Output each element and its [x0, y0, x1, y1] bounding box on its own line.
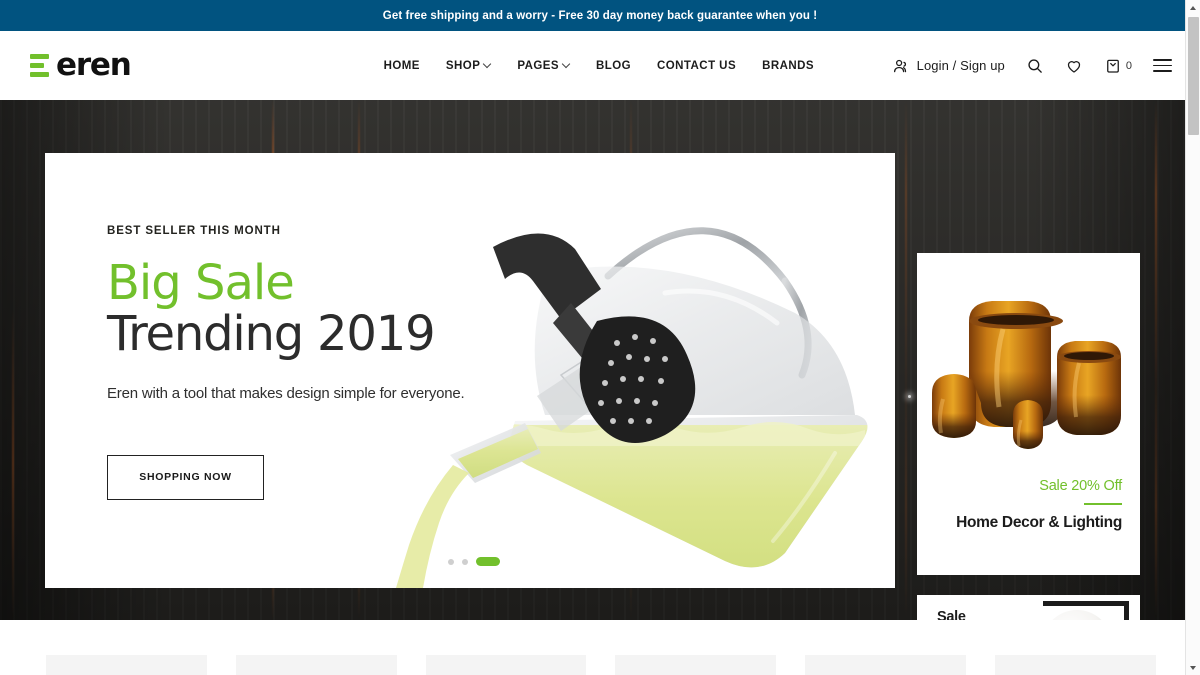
brand-logos-strip [0, 620, 1200, 675]
nav-label: SHOP [445, 59, 481, 72]
hero-slide-copy: BEST SELLER THIS MONTH Big Sale Trending… [107, 225, 527, 500]
nav-item-brands[interactable]: BRANDS [762, 60, 814, 72]
promo-card-text: Sale Living Room Price: $298.99 [917, 595, 1025, 620]
nav-label: BRANDS [762, 59, 814, 72]
promo-title: Home Decor & Lighting [956, 514, 1122, 531]
carousel-pagination [448, 557, 500, 566]
login-signup-label: Login / Sign up [916, 58, 1005, 73]
promo-line-1: Sale [937, 609, 966, 620]
nav-item-blog[interactable]: BLOG [596, 60, 631, 72]
heart-icon [1067, 60, 1080, 73]
scrollbar-thumb[interactable] [1188, 17, 1199, 135]
promo-card-home-decor[interactable]: Sale 20% Off Home Decor & Lighting [917, 253, 1140, 575]
hero-slide: BEST SELLER THIS MONTH Big Sale Trending… [45, 153, 895, 588]
shopping-bag-icon [1106, 59, 1119, 73]
hero-eyebrow: BEST SELLER THIS MONTH [107, 225, 281, 237]
white-globe-wall-lamp-image [1025, 595, 1140, 620]
promo-card-living-room[interactable]: Sale Living Room Price: $298.99 [917, 595, 1140, 620]
site-logo[interactable]: eren [30, 47, 132, 83]
brand-logo-placeholder [995, 655, 1156, 675]
scroll-up-arrow-icon[interactable] [1186, 0, 1200, 15]
cart-count-badge: 0 [1125, 59, 1132, 72]
promo-card-text: Sale 20% Off Home Decor & Lighting [917, 478, 1140, 532]
carousel-dot-1[interactable] [448, 558, 454, 565]
main-navigation: HOME SHOP PAGES BLOG CONTACT US BRANDS [384, 60, 814, 72]
shopping-now-button[interactable]: SHOPPING NOW [107, 454, 264, 500]
chevron-down-icon [563, 61, 570, 68]
scroll-down-arrow-icon[interactable] [1186, 660, 1200, 675]
brand-logo-placeholder [805, 655, 967, 675]
hero-subtitle: Eren with a tool that makes design simpl… [107, 384, 465, 402]
header-actions: Login / Sign up 0 [892, 57, 1172, 75]
carousel-dot-3-active[interactable] [476, 557, 500, 566]
search-icon [1028, 58, 1042, 73]
promo-divider [1084, 503, 1122, 505]
nav-item-shop[interactable]: SHOP [446, 60, 491, 72]
brand-logo-placeholder [46, 655, 207, 675]
hero-headline: Big Sale Trending 2019 [107, 259, 527, 359]
login-signup-button[interactable]: Login / Sign up [892, 57, 1005, 75]
hamburger-menu-icon[interactable] [1153, 59, 1172, 72]
page-scrollbar[interactable] [1185, 0, 1200, 675]
amber-glass-vases-image [917, 253, 1140, 478]
nav-item-contact-us[interactable]: CONTACT US [657, 60, 736, 72]
logo-wordmark: eren [56, 47, 132, 83]
announcement-text: Get free shipping and a worry - Free 30 … [382, 9, 818, 22]
nav-label: HOME [383, 59, 420, 72]
carousel-dot-2[interactable] [462, 558, 468, 565]
brand-logo-placeholder [615, 655, 777, 675]
announcement-bar: Get free shipping and a worry - Free 30 … [0, 0, 1200, 31]
cart-button[interactable]: 0 [1104, 57, 1132, 75]
nav-item-pages[interactable]: PAGES [517, 60, 570, 72]
brand-logo-placeholder [235, 655, 397, 675]
nav-label: BLOG [596, 59, 632, 72]
chevron-down-icon [484, 61, 491, 68]
nav-label: CONTACT US [657, 59, 737, 72]
hero-headline-green: Big Sale [107, 255, 295, 311]
hero-headline-dark: Trending 2019 [107, 305, 436, 362]
hero-section: BEST SELLER THIS MONTH Big Sale Trending… [0, 100, 1200, 620]
nav-item-home[interactable]: HOME [384, 60, 420, 72]
eren-bars-logo-icon [30, 54, 49, 77]
wishlist-button[interactable] [1065, 57, 1083, 75]
nav-label: PAGES [517, 59, 559, 72]
brand-logo-placeholder [425, 655, 587, 675]
user-icon [893, 59, 906, 72]
site-header: eren HOME SHOP PAGES BLOG CONTACT US BRA… [0, 31, 1200, 100]
promo-sale-label: Sale 20% Off [1039, 478, 1122, 494]
search-button[interactable] [1026, 57, 1044, 75]
